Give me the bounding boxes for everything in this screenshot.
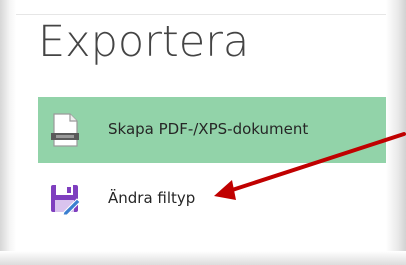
export-panel: Exportera Skapa PDF-/XPS-dokument Ändra … [16,14,386,251]
window-shadow-left [0,0,16,265]
window-shadow-bottom [0,251,406,265]
create-pdf-xps-button[interactable]: Skapa PDF-/XPS-dokument [38,97,386,163]
change-file-type-label: Ändra filtyp [108,189,196,207]
create-pdf-xps-label: Skapa PDF-/XPS-dokument [108,120,309,138]
page-title: Exportera [38,17,250,67]
pdf-document-icon [51,113,79,147]
change-file-type-button[interactable]: Ändra filtyp [38,165,386,231]
screenshot-frame: Exportera Skapa PDF-/XPS-dokument Ändra … [0,0,406,265]
window-shadow-right [386,0,406,265]
save-as-floppy-icon [51,185,80,215]
